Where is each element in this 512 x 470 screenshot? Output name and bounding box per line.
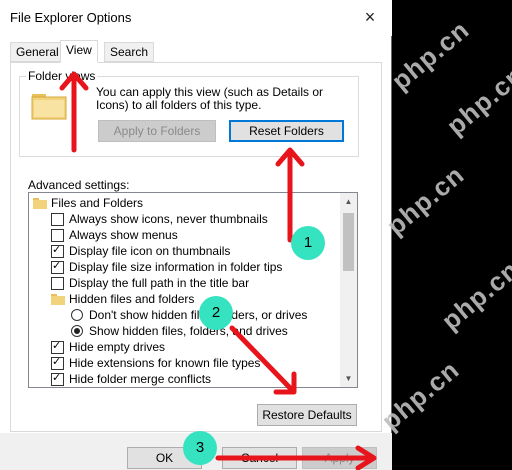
checkbox[interactable]: ✓: [51, 372, 64, 386]
folder-icon: [51, 294, 65, 305]
watermark: php.cn: [380, 159, 470, 241]
step-badge-3: 3: [183, 431, 217, 465]
close-icon[interactable]: ×: [356, 4, 384, 30]
watermark: php.cn: [385, 14, 475, 96]
reset-folders-button[interactable]: Reset Folders: [229, 120, 344, 142]
tab-view[interactable]: View: [60, 40, 98, 63]
radio-button[interactable]: [71, 309, 83, 321]
folder-views-title: Folder views: [26, 69, 98, 83]
checkbox[interactable]: ✓: [51, 340, 64, 354]
tab-general[interactable]: General: [10, 42, 65, 62]
watermark: php.cn: [440, 59, 512, 141]
folder-icon: [33, 198, 47, 209]
checkbox[interactable]: [51, 229, 64, 242]
scroll-up-icon[interactable]: ▲: [340, 193, 357, 210]
step-badge-1: 1: [291, 226, 325, 260]
scroll-down-icon[interactable]: ▼: [340, 370, 357, 387]
folder-views-description: You can apply this view (such as Details…: [96, 85, 324, 112]
checkbox[interactable]: [51, 213, 64, 226]
title-bar: File Explorer Options ×: [0, 0, 392, 36]
step-badge-2: 2: [199, 296, 233, 330]
checkbox[interactable]: [51, 277, 64, 290]
restore-defaults-button[interactable]: Restore Defaults: [257, 404, 357, 426]
advanced-settings-list[interactable]: Files and Folders Always show icons, nev…: [28, 192, 358, 388]
checkbox[interactable]: ✓: [51, 356, 64, 370]
apply-to-folders-button[interactable]: Apply to Folders: [98, 120, 216, 142]
cancel-button[interactable]: Cancel: [222, 447, 297, 469]
radio-button[interactable]: [71, 325, 83, 337]
tab-strip: General View Search: [0, 40, 392, 63]
checkbox[interactable]: ✓: [51, 260, 64, 274]
dialog-title: File Explorer Options: [10, 10, 132, 25]
checkbox[interactable]: ✓: [51, 244, 64, 258]
watermark: php.cn: [435, 254, 512, 336]
vertical-scrollbar[interactable]: ▲ ▼: [340, 193, 357, 387]
apply-button[interactable]: Apply: [302, 447, 377, 469]
scroll-thumb[interactable]: [343, 213, 354, 271]
tab-search[interactable]: Search: [104, 42, 155, 62]
advanced-settings-label: Advanced settings:: [28, 178, 130, 192]
folder-views-icon: [31, 94, 67, 120]
file-explorer-options-dialog: File Explorer Options × General View Sea…: [0, 0, 392, 470]
